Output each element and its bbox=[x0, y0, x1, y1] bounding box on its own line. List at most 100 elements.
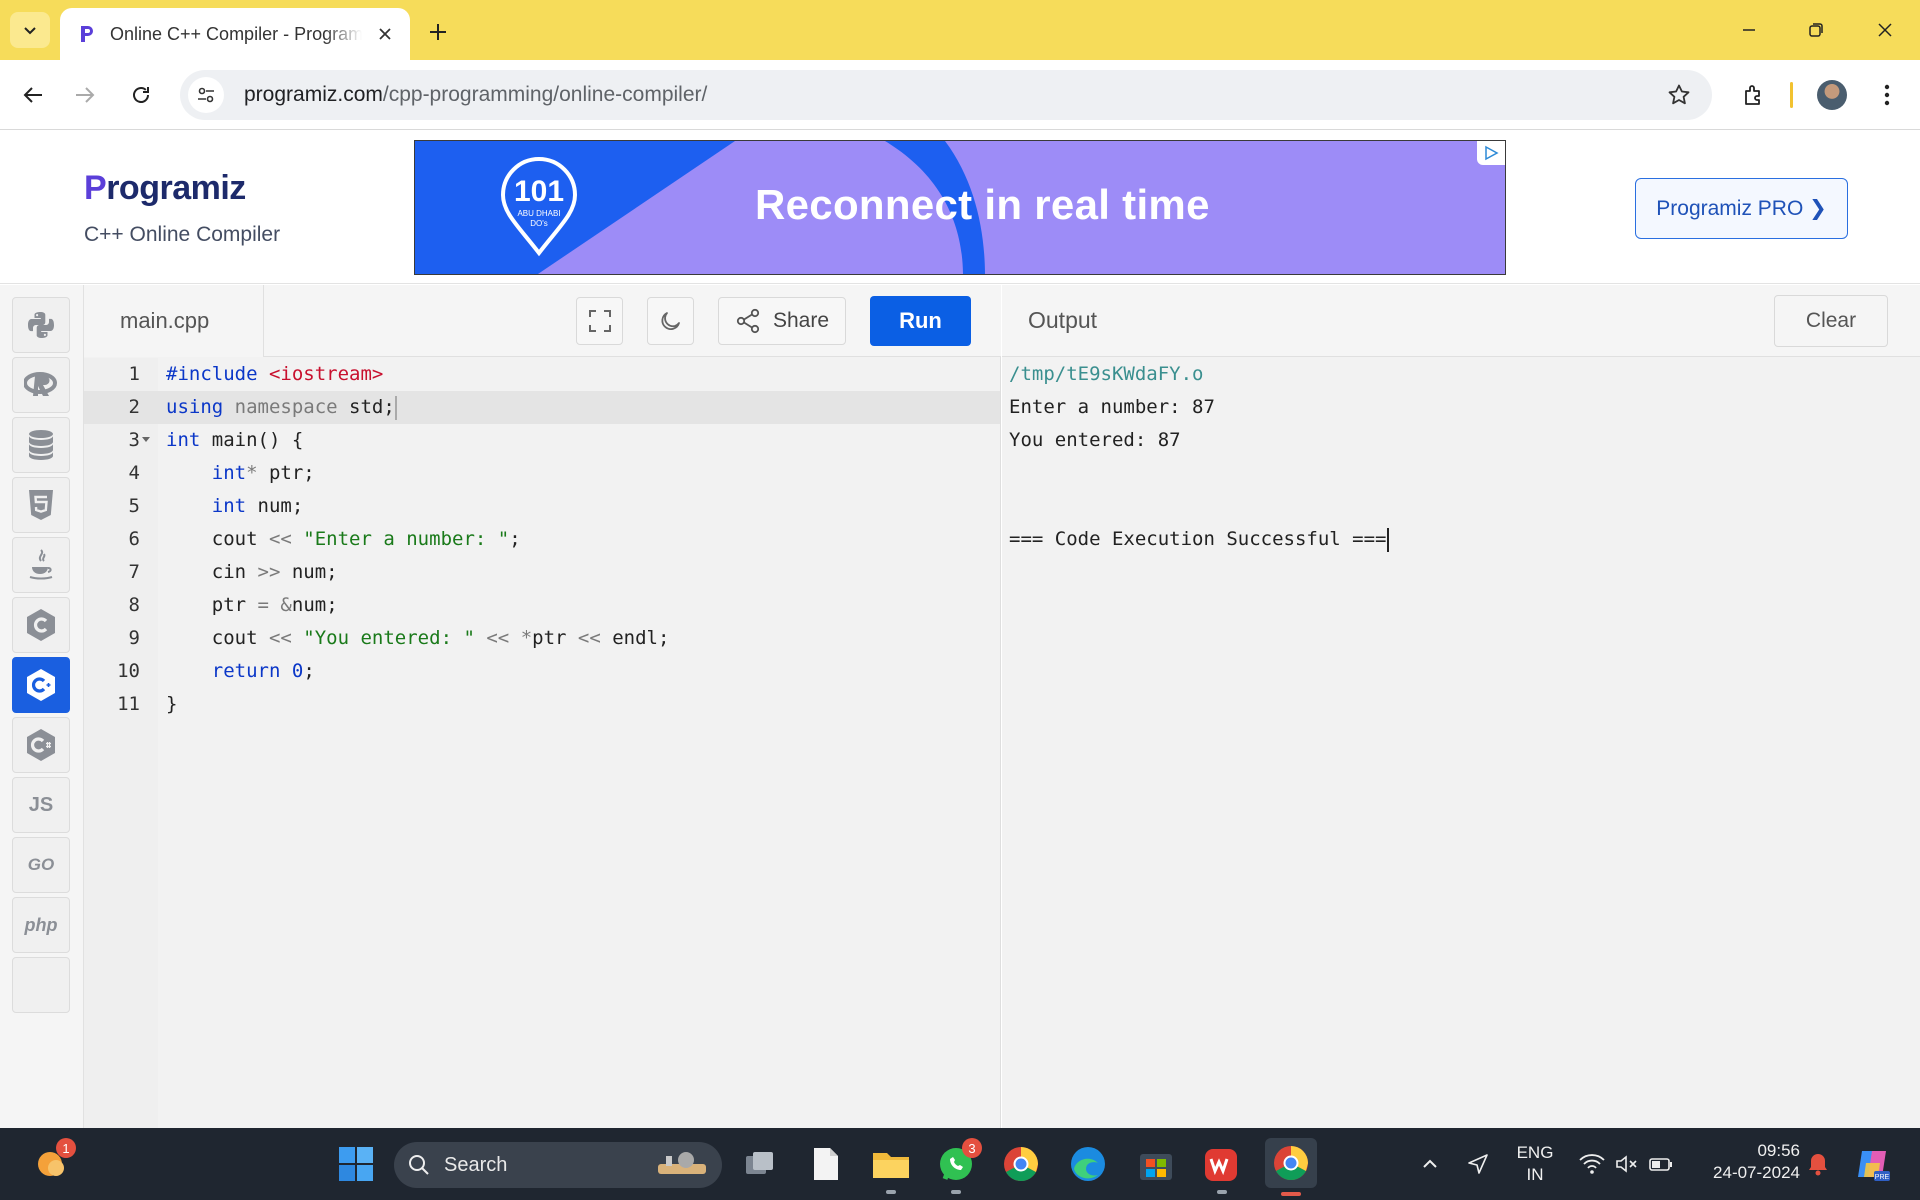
dark-mode-button[interactable] bbox=[647, 297, 694, 345]
lang-csharp-button[interactable] bbox=[12, 717, 70, 773]
python-icon bbox=[28, 312, 54, 338]
bell-icon bbox=[1809, 1154, 1827, 1176]
chevron-down-icon bbox=[24, 27, 36, 35]
file-icon bbox=[814, 1148, 838, 1180]
line-number: 10 bbox=[117, 660, 140, 682]
clock-date: 24-07-2024 bbox=[1713, 1163, 1800, 1182]
output-title: Output bbox=[1028, 307, 1098, 333]
close-icon bbox=[1878, 23, 1892, 37]
whatsapp-app[interactable]: 3 bbox=[934, 1138, 982, 1194]
lang-php-button[interactable]: php bbox=[12, 897, 70, 953]
file-tab-main-cpp[interactable]: main.cpp bbox=[84, 285, 264, 357]
search-highlight-icon bbox=[658, 1152, 706, 1174]
lang-go-button[interactable]: GO bbox=[12, 837, 70, 893]
fold-arrow-icon[interactable] bbox=[142, 437, 150, 442]
location-tray-icon[interactable] bbox=[1456, 1142, 1500, 1186]
lang-java-button[interactable] bbox=[12, 537, 70, 593]
chrome-app[interactable] bbox=[999, 1142, 1043, 1186]
code-text: using namespace std; bbox=[166, 395, 397, 420]
start-button[interactable] bbox=[334, 1142, 378, 1186]
search-icon bbox=[409, 1155, 429, 1175]
ad-choices-icon[interactable] bbox=[1477, 141, 1505, 165]
lang-javascript-button[interactable]: JS bbox=[12, 777, 70, 833]
volume-muted-icon bbox=[1616, 1155, 1637, 1173]
clear-button[interactable]: Clear bbox=[1774, 295, 1888, 347]
lang-html-button[interactable] bbox=[12, 477, 70, 533]
code-line: 5 int num; bbox=[84, 490, 1000, 523]
code-editor-panel: main.cpp Share Run 1 #include <iostream>… bbox=[84, 285, 1001, 1128]
lang-c-button[interactable] bbox=[12, 597, 70, 653]
code-line: 9 cout << "You entered: " << *ptr << end… bbox=[84, 622, 1000, 655]
lang-python-button[interactable] bbox=[12, 297, 70, 353]
forward-button[interactable] bbox=[66, 76, 104, 114]
battery-icon bbox=[1649, 1158, 1672, 1171]
lang-more-button[interactable] bbox=[12, 957, 70, 1013]
quick-settings[interactable] bbox=[1570, 1142, 1682, 1186]
ad-headline: Reconnect in real time bbox=[755, 181, 1210, 228]
address-bar[interactable]: programiz.com/cpp-programming/online-com… bbox=[180, 70, 1712, 120]
code-editor[interactable]: 1 #include <iostream> 2 using namespace … bbox=[84, 358, 1000, 1128]
code-line: 1 #include <iostream> bbox=[84, 358, 1000, 391]
lang-cpp-button[interactable] bbox=[12, 657, 70, 713]
code-text: } bbox=[166, 693, 178, 715]
output-console[interactable]: /tmp/tE9sKWdaFY.o Enter a number: 87 You… bbox=[1009, 358, 1389, 556]
page-subtitle: C++ Online Compiler bbox=[84, 223, 281, 246]
weather-badge: 1 bbox=[56, 1138, 76, 1158]
edge-app[interactable] bbox=[1066, 1142, 1110, 1186]
running-indicator bbox=[886, 1190, 896, 1194]
line-number: 3 bbox=[128, 429, 140, 451]
output-toolbar: Output Clear bbox=[1002, 285, 1920, 357]
code-line: 3 int main() { bbox=[84, 424, 1000, 457]
code-text: cout << "Enter a number: "; bbox=[166, 528, 521, 550]
c-lang-icon bbox=[27, 609, 55, 641]
line-number: 1 bbox=[128, 363, 140, 385]
programiz-pro-button[interactable]: Programiz PRO ❯ bbox=[1635, 178, 1848, 239]
arrow-left-icon bbox=[23, 87, 42, 103]
chrome-profile-app-active[interactable] bbox=[1265, 1138, 1317, 1196]
tab-search-dropdown[interactable] bbox=[10, 12, 50, 48]
clock[interactable]: 09:56 24-07-2024 bbox=[1690, 1140, 1800, 1184]
notifications-button[interactable] bbox=[1796, 1142, 1840, 1186]
input-language-indicator[interactable]: ENG IN bbox=[1508, 1142, 1562, 1186]
advertisement-banner[interactable]: 101 ABU DHABI DO's Reconnect in real tim… bbox=[414, 140, 1506, 275]
close-tab-icon[interactable] bbox=[374, 23, 396, 45]
profile-button[interactable] bbox=[1813, 76, 1851, 114]
editor-toolbar: main.cpp Share Run bbox=[84, 285, 1001, 357]
site-info-icon[interactable] bbox=[188, 77, 224, 113]
fullscreen-button[interactable] bbox=[576, 297, 623, 345]
share-button[interactable]: Share bbox=[718, 297, 846, 345]
back-button[interactable] bbox=[14, 76, 52, 114]
copilot-button[interactable]: PRE bbox=[1848, 1142, 1898, 1186]
ad-badge-number: 101 bbox=[513, 175, 565, 208]
wps-office-app[interactable] bbox=[1200, 1142, 1244, 1194]
weather-widget[interactable]: 1 bbox=[28, 1138, 76, 1186]
minimize-button[interactable] bbox=[1724, 10, 1774, 50]
ad-badge-line1: ABU DHABI bbox=[517, 209, 561, 218]
copilot-icon: PRE bbox=[1858, 1151, 1890, 1181]
taskbar-search[interactable]: Search bbox=[394, 1142, 722, 1188]
url-text: programiz.com/cpp-programming/online-com… bbox=[244, 83, 707, 107]
lang-sql-button[interactable] bbox=[12, 417, 70, 473]
run-button[interactable]: Run bbox=[870, 296, 971, 346]
share-icon bbox=[736, 308, 760, 334]
file-explorer-app[interactable] bbox=[869, 1142, 913, 1194]
new-tab-button[interactable] bbox=[420, 14, 456, 50]
programiz-logo[interactable]: Programiz bbox=[84, 169, 246, 208]
output-line-final: === Code Execution Successful === bbox=[1009, 523, 1389, 556]
reload-button[interactable] bbox=[122, 76, 160, 114]
clock-time: 09:56 bbox=[1757, 1141, 1800, 1160]
extensions-button[interactable] bbox=[1735, 76, 1773, 114]
close-window-button[interactable] bbox=[1860, 10, 1910, 50]
chrome-menu-button[interactable] bbox=[1868, 76, 1906, 114]
lang-r-button[interactable] bbox=[12, 357, 70, 413]
bookmark-star-icon[interactable] bbox=[1664, 80, 1694, 110]
show-hidden-icons[interactable] bbox=[1408, 1142, 1452, 1186]
code-text: cout << "You entered: " << *ptr << endl; bbox=[166, 627, 670, 649]
task-view-button[interactable] bbox=[738, 1142, 782, 1186]
microsoft-store-app[interactable] bbox=[1134, 1142, 1178, 1186]
code-line: 11 } bbox=[84, 688, 1000, 721]
browser-tab-active[interactable]: Online C++ Compiler - Programiz bbox=[60, 8, 410, 60]
restore-button[interactable] bbox=[1791, 10, 1841, 50]
notepad-app[interactable] bbox=[804, 1142, 848, 1186]
